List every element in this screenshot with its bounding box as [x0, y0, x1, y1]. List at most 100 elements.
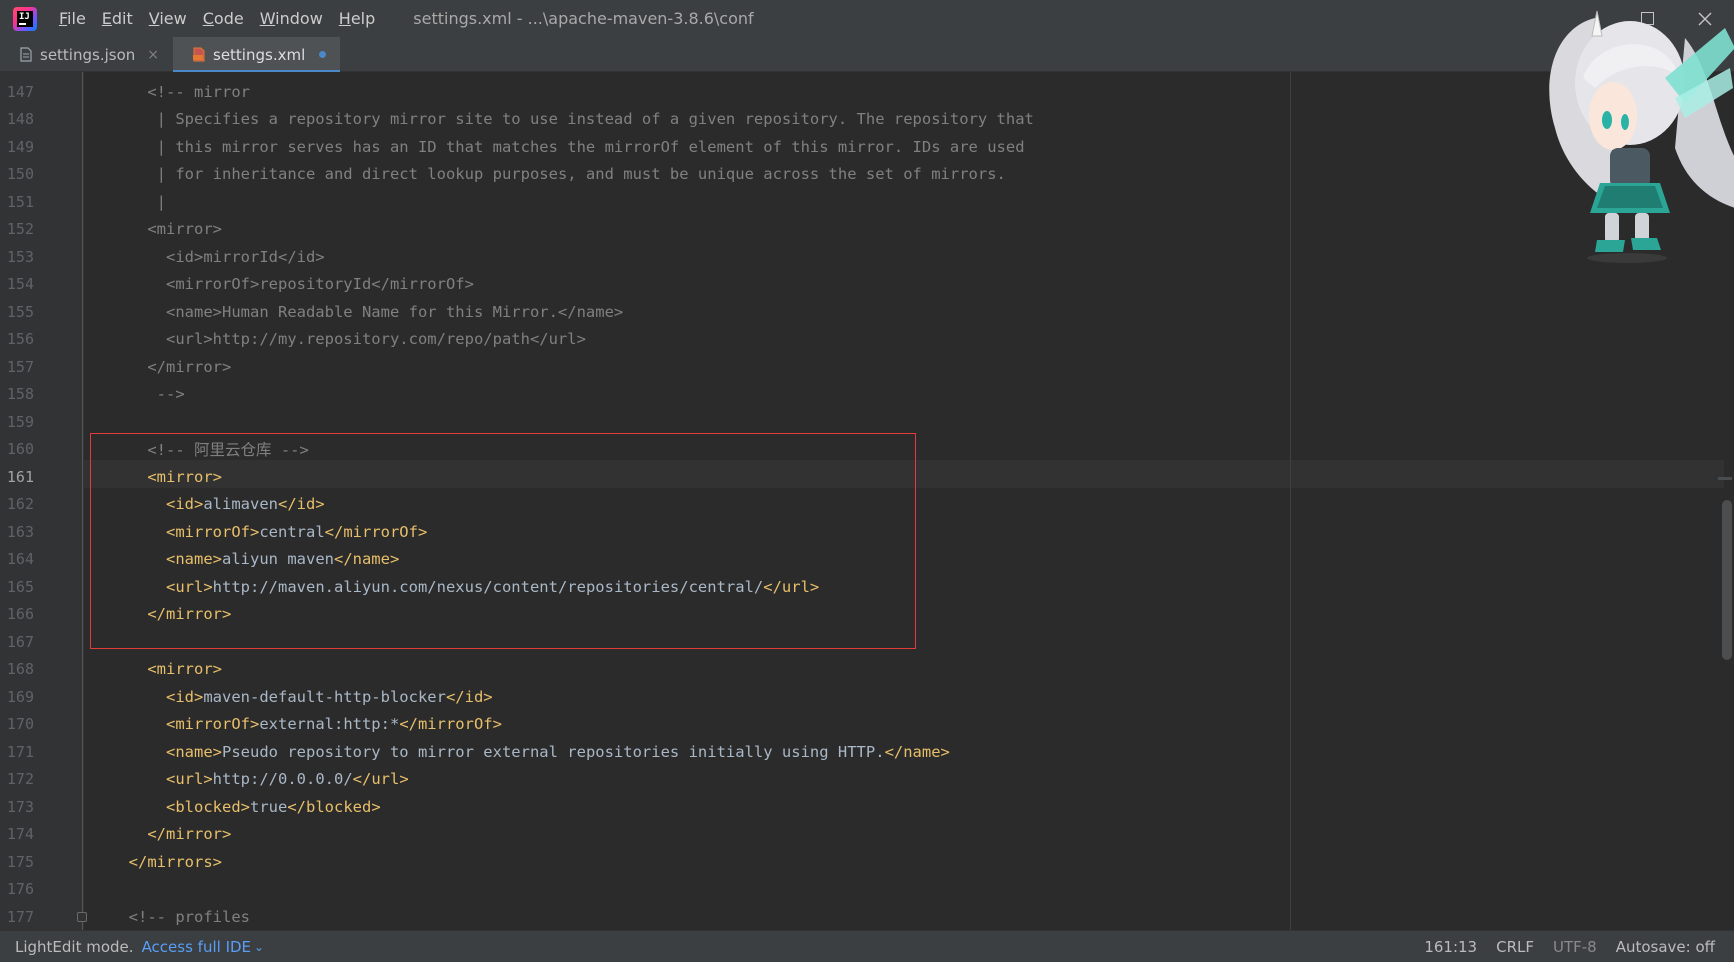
menu-view[interactable]: View — [141, 0, 195, 37]
line-number: 173 — [6, 797, 34, 816]
code-line[interactable]: 162 <id>alimaven</id> — [0, 491, 1734, 519]
menu-help[interactable]: Help — [331, 0, 383, 37]
intellij-logo-icon[interactable]: IJ — [13, 6, 37, 31]
xml-comment: <name>Human Readable Name for this Mirro… — [166, 302, 624, 321]
xml-tag: </name> — [333, 550, 400, 569]
chevron-down-icon[interactable]: ⌄ — [254, 940, 264, 954]
code-line[interactable]: 159 — [0, 408, 1734, 436]
xml-tag: </blocked> — [287, 797, 381, 816]
code-text: <url>http://maven.aliyun.com/nexus/conte… — [110, 578, 819, 596]
line-number: 166 — [6, 605, 34, 624]
line-number: 150 — [6, 165, 34, 184]
line-number: 159 — [6, 412, 34, 431]
code-line[interactable]: 170 <mirrorOf>external:http:*</mirrorOf> — [0, 711, 1734, 739]
code-text: <mirrorOf>repositoryId</mirrorOf> — [110, 275, 474, 293]
code-line[interactable]: 166 </mirror> — [0, 601, 1734, 629]
code-line[interactable]: 155 <name>Human Readable Name for this M… — [0, 298, 1734, 326]
code-line[interactable]: 148 | Specifies a repository mirror site… — [0, 106, 1734, 134]
code-line[interactable]: 164 <name>aliyun maven</name> — [0, 546, 1734, 574]
code-line[interactable]: 165 <url>http://maven.aliyun.com/nexus/c… — [0, 573, 1734, 601]
line-number: 170 — [6, 715, 34, 734]
code-line[interactable]: 168 <mirror> — [0, 656, 1734, 684]
code-line[interactable]: 174 </mirror> — [0, 821, 1734, 849]
code-line[interactable]: 171 <name>Pseudo repository to mirror ex… — [0, 738, 1734, 766]
xml-comment: --> — [156, 385, 185, 404]
xml-comment: </mirror> — [147, 357, 232, 376]
code-line[interactable]: 176 — [0, 876, 1734, 904]
code-text: <id>maven-default-http-blocker</id> — [110, 688, 493, 706]
line-number: 149 — [6, 137, 34, 156]
menu-window[interactable]: Window — [252, 0, 331, 37]
code-line[interactable]: 152 <mirror> — [0, 216, 1734, 244]
code-lines[interactable]: 147 <!-- mirror 148 | Specifies a reposit… — [0, 78, 1734, 930]
menu-code[interactable]: Code — [195, 0, 252, 37]
code-line[interactable]: 157 </mirror> — [0, 353, 1734, 381]
xml-text: maven-default-http-blocker — [203, 687, 446, 706]
code-line[interactable]: 161 <mirror> — [0, 463, 1734, 491]
code-text: <mirror> — [110, 220, 222, 238]
line-ending-selector[interactable]: CRLF — [1496, 938, 1534, 956]
encoding-selector[interactable]: UTF-8 — [1553, 938, 1597, 956]
caret-position[interactable]: 161:13 — [1424, 938, 1477, 956]
code-line[interactable]: 163 <mirrorOf>central</mirrorOf> — [0, 518, 1734, 546]
xml-comment: <id>mirrorId</id> — [166, 247, 325, 266]
xml-text: true — [250, 797, 288, 816]
xml-tag: </mirror> — [147, 605, 232, 624]
code-line[interactable]: 150 | for inheritance and direct lookup … — [0, 161, 1734, 189]
line-number: 171 — [6, 742, 34, 761]
code-line[interactable]: 173 <blocked>true</blocked> — [0, 793, 1734, 821]
xml-text: external:http:* — [259, 715, 400, 734]
code-text: <blocked>true</blocked> — [110, 798, 381, 816]
code-line[interactable]: 156 <url>http://my.repository.com/repo/p… — [0, 326, 1734, 354]
fold-toggle-icon[interactable] — [77, 911, 87, 922]
code-editor[interactable]: 147 <!-- mirror 148 | Specifies a reposit… — [0, 72, 1734, 930]
access-full-ide-link[interactable]: Access full IDE — [142, 938, 251, 956]
code-line[interactable]: 172 <url>http://0.0.0.0/</url> — [0, 766, 1734, 794]
autosave-status[interactable]: Autosave: off — [1616, 938, 1715, 956]
line-number: 167 — [6, 632, 34, 651]
code-line[interactable]: 167 — [0, 628, 1734, 656]
vertical-scrollbar[interactable] — [1722, 500, 1732, 660]
xml-comment: <mirrorOf>repositoryId</mirrorOf> — [166, 275, 474, 294]
xml-comment: | — [156, 192, 167, 211]
code-line[interactable]: 158 --> — [0, 381, 1734, 409]
tab-settings-json[interactable]: settings.json × — [0, 37, 173, 72]
code-line[interactable]: 151 | — [0, 188, 1734, 216]
code-line[interactable]: 153 <id>mirrorId</id> — [0, 243, 1734, 271]
xml-comment: | this mirror serves has an ID that matc… — [156, 137, 1025, 156]
code-text: --> — [110, 385, 185, 403]
xml-tag: </name> — [884, 742, 950, 761]
xml-text: http://0.0.0.0/ — [212, 770, 353, 789]
xml-text: aliyun maven — [222, 550, 334, 569]
menu-edit[interactable]: Edit — [94, 0, 141, 37]
close-tab-icon[interactable]: × — [147, 47, 159, 63]
code-line[interactable]: 169 <id>maven-default-http-blocker</id> — [0, 683, 1734, 711]
xml-comment: <!-- 阿里云仓库 --> — [147, 441, 309, 460]
tab-settings-xml[interactable]: settings.xml — [173, 37, 341, 73]
editor-tabs: settings.json × settings.xml — [0, 37, 1734, 73]
scrollbar-marker — [1718, 477, 1732, 480]
code-line[interactable]: 154 <mirrorOf>repositoryId</mirrorOf> — [0, 271, 1734, 299]
code-text: <mirror> — [110, 468, 222, 486]
code-line[interactable]: 175 </mirrors> — [0, 848, 1734, 876]
code-line[interactable]: 177 <!-- profiles — [0, 903, 1734, 930]
line-number: 157 — [6, 357, 34, 376]
code-line[interactable]: 160 <!-- 阿里云仓库 --> — [0, 436, 1734, 464]
line-number: 158 — [6, 385, 34, 404]
code-line[interactable]: 147 <!-- mirror — [0, 78, 1734, 106]
menu-file[interactable]: File — [51, 0, 94, 37]
code-line[interactable]: 149 | this mirror serves has an ID that … — [0, 133, 1734, 161]
xml-text: Pseudo repository to mirror external rep… — [222, 742, 885, 761]
